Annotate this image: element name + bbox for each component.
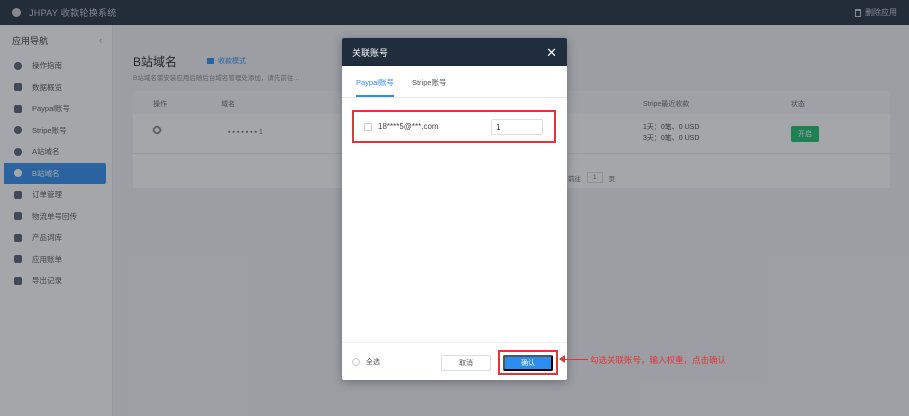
modal-tabs: Paypal账号 Stripe账号 (342, 66, 567, 98)
account-email: 18****5@***.com (378, 122, 439, 131)
confirm-highlight: 确认 (498, 350, 558, 375)
tab-stripe[interactable]: Stripe账号 (412, 77, 447, 97)
account-checkbox[interactable] (364, 122, 372, 131)
link-account-modal: 关联账号 ✕ Paypal账号 Stripe账号 18****5@***.com… (342, 38, 567, 380)
tab-paypal[interactable]: Paypal账号 (356, 77, 394, 97)
annotation-arrow-icon (559, 355, 588, 363)
select-all[interactable]: 全选 (352, 357, 380, 367)
modal-title: 关联账号 (352, 47, 389, 58)
close-icon[interactable]: ✕ (546, 46, 557, 59)
modal-footer: 全选 取消 确认 (342, 342, 567, 380)
weight-input[interactable] (491, 119, 543, 135)
confirm-button[interactable]: 确认 (503, 354, 553, 371)
annotation-text: 勾选关联账号，输入权重，点击确认 (590, 356, 727, 366)
select-all-checkbox[interactable] (352, 357, 360, 366)
select-all-label: 全选 (366, 358, 380, 366)
modal-header: 关联账号 ✕ (342, 38, 567, 66)
cancel-button[interactable]: 取消 (441, 355, 491, 371)
account-row: 18****5@***.com (352, 110, 556, 143)
